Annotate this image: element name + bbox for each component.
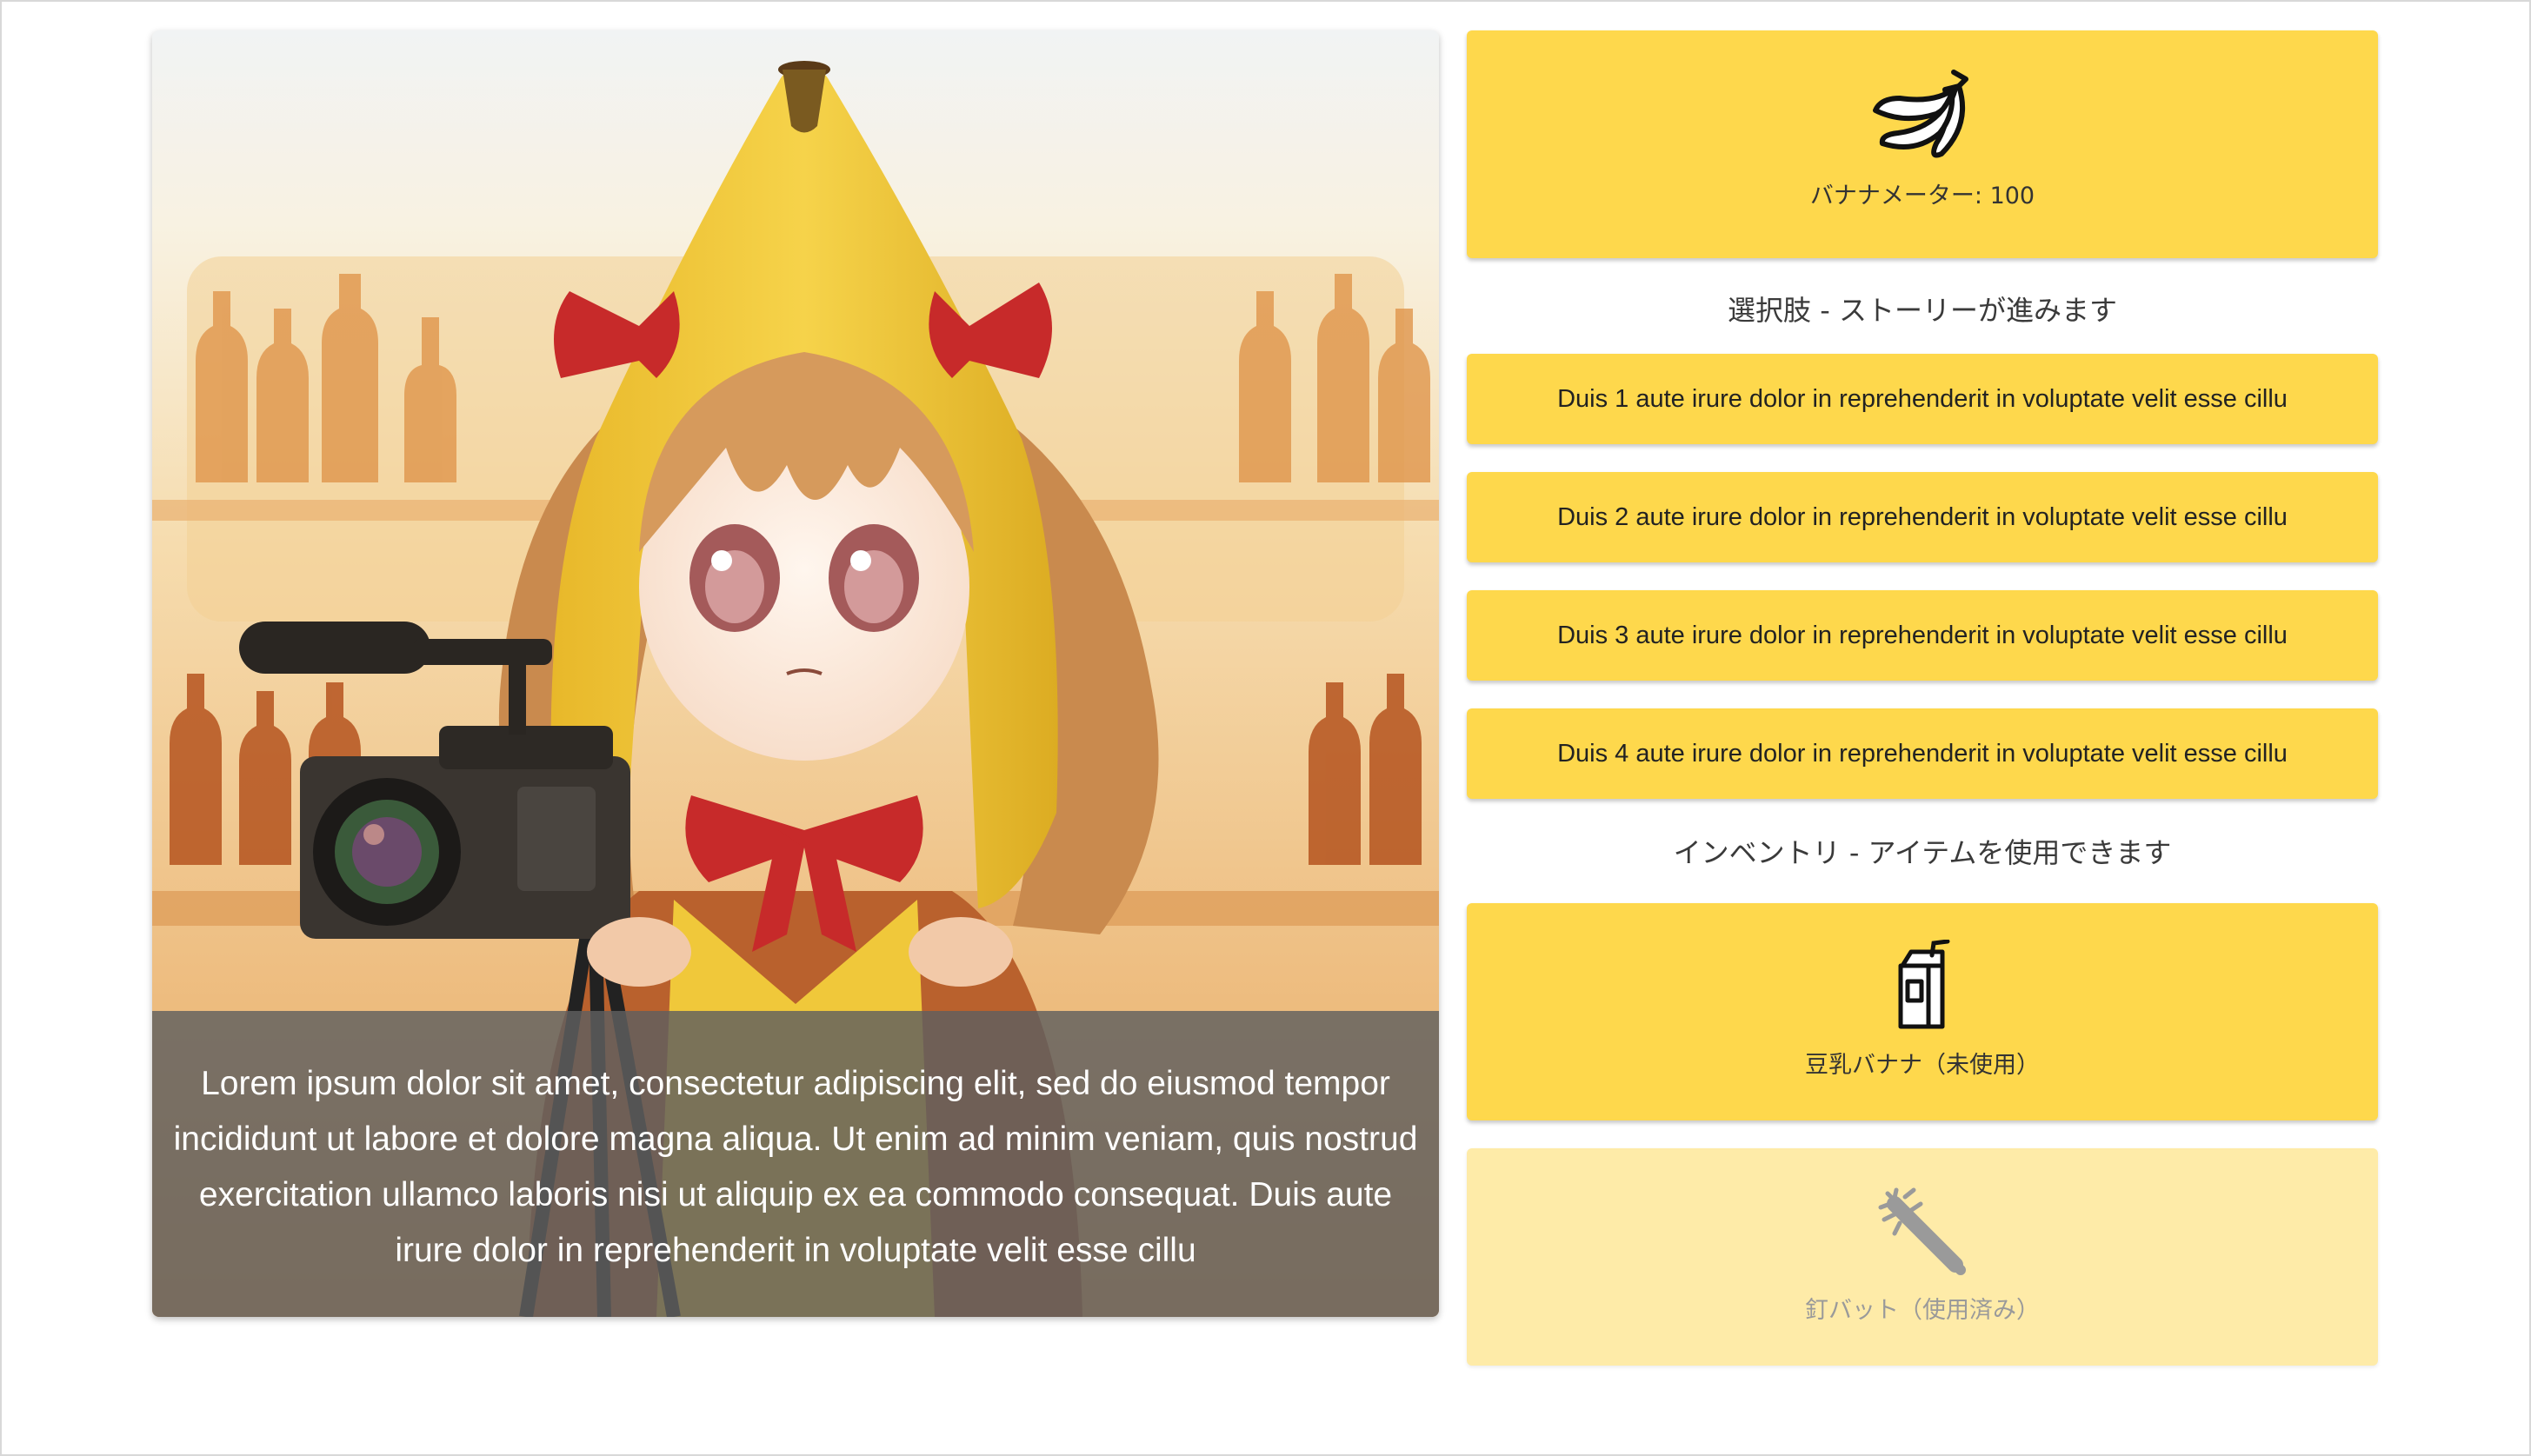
inventory-heading: インベントリ - アイテムを使用できます: [1673, 836, 2172, 869]
banana-meter-label: バナナメーター: 100: [1809, 183, 2035, 209]
nail-bat-icon: [1467, 1185, 2378, 1279]
choice-button-3[interactable]: Duis 3 aute irure dolor in reprehenderit…: [1467, 590, 2378, 681]
banana-meter-card: バナナメーター: 100: [1467, 30, 2378, 258]
narration-text: Lorem ipsum dolor sit amet, consectetur …: [152, 1011, 1439, 1317]
choice-button-4[interactable]: Duis 4 aute irure dolor in reprehenderit…: [1467, 708, 2378, 799]
banana-icon: [1467, 63, 2378, 164]
choice-button-2[interactable]: Duis 2 aute irure dolor in reprehenderit…: [1467, 472, 2378, 562]
inventory-item-nail-bat: 釘バット（使用済み）: [1467, 1148, 2378, 1366]
inventory-item-soy-milk-banana[interactable]: 豆乳バナナ（未使用）: [1467, 903, 2378, 1120]
inventory-item-label: 豆乳バナナ（未使用）: [1805, 1052, 2040, 1079]
scene-panel: Lorem ipsum dolor sit amet, consectetur …: [152, 30, 1439, 1317]
choices-heading: 選択肢 - ストーリーが進みます: [1728, 294, 2117, 327]
inventory-item-label: 釘バット（使用済み）: [1805, 1297, 2040, 1324]
side-panel: バナナメーター: 100 選択肢 - ストーリーが進みます Duis 1 aut…: [1467, 30, 2378, 1366]
soy-milk-carton-icon: [1467, 940, 2378, 1034]
choice-button-1[interactable]: Duis 1 aute irure dolor in reprehenderit…: [1467, 354, 2378, 444]
